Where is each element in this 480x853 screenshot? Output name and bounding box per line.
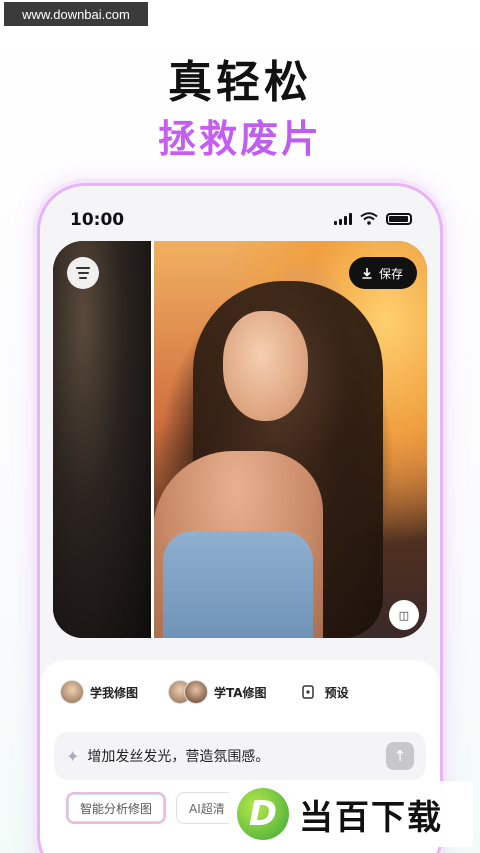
headline-title: 真轻松 <box>168 57 312 108</box>
signal-icon <box>334 212 352 225</box>
compare-toggle-button[interactable]: ◫ <box>389 600 419 630</box>
photo-before <box>53 241 153 638</box>
arrow-up-icon: ↑ <box>393 747 407 765</box>
avatar <box>184 680 209 704</box>
download-icon <box>362 268 372 279</box>
mode-tabs: 学我修图 学TA修图 预设 <box>60 680 349 704</box>
status-time: 10:00 <box>70 210 125 230</box>
mode-label: 学我修图 <box>90 685 139 700</box>
avatar-pair <box>168 680 209 704</box>
brand-logo: D <box>237 788 289 840</box>
prompt-text: 增加发丝发光，营造氛围感。 <box>87 749 270 765</box>
prompt-input[interactable]: ✦ 增加发丝发光，营造氛围感。 ↑ <box>54 732 426 780</box>
preset-icon <box>297 681 319 703</box>
chip-smart-analysis[interactable]: 智能分析修图 <box>66 792 167 824</box>
send-button[interactable]: ↑ <box>386 742 414 770</box>
brand-watermark: D 当百下载 <box>229 781 473 847</box>
headline-subtitle: 拯救废片 <box>0 108 480 163</box>
avatar <box>60 680 84 704</box>
compare-split-handle[interactable] <box>151 241 154 638</box>
mode-label: 学TA修图 <box>214 685 267 700</box>
photo-compare-canvas[interactable]: 保存 ◫ <box>53 241 427 638</box>
sparkle-icon: ✦ <box>66 746 80 766</box>
battery-icon <box>386 212 412 225</box>
feature-chips: 智能分析修图 AI超清 <box>66 792 238 824</box>
save-label: 保存 <box>378 266 403 281</box>
menu-button[interactable] <box>67 257 99 289</box>
mode-learn-my-edit[interactable]: 学我修图 <box>60 680 138 704</box>
mode-label: 预设 <box>324 685 349 700</box>
photo-subject-top <box>163 531 313 638</box>
status-icons <box>334 212 412 225</box>
mode-presets[interactable]: 预设 <box>297 681 349 703</box>
phone-mockup: 10:00 保存 ◫ 学我修图 学TA修图 预设 ✦ 增加发丝发光，营造氛围感。… <box>37 183 443 853</box>
save-button[interactable]: 保存 <box>348 257 417 289</box>
compare-icon: ◫ <box>398 608 410 622</box>
wifi-icon <box>360 212 378 225</box>
site-watermark: www.downbai.com <box>4 2 148 26</box>
brand-name: 当百下载 <box>299 797 443 838</box>
photo-subject-face <box>223 311 308 421</box>
mode-learn-their-edit[interactable]: 学TA修图 <box>168 680 267 704</box>
